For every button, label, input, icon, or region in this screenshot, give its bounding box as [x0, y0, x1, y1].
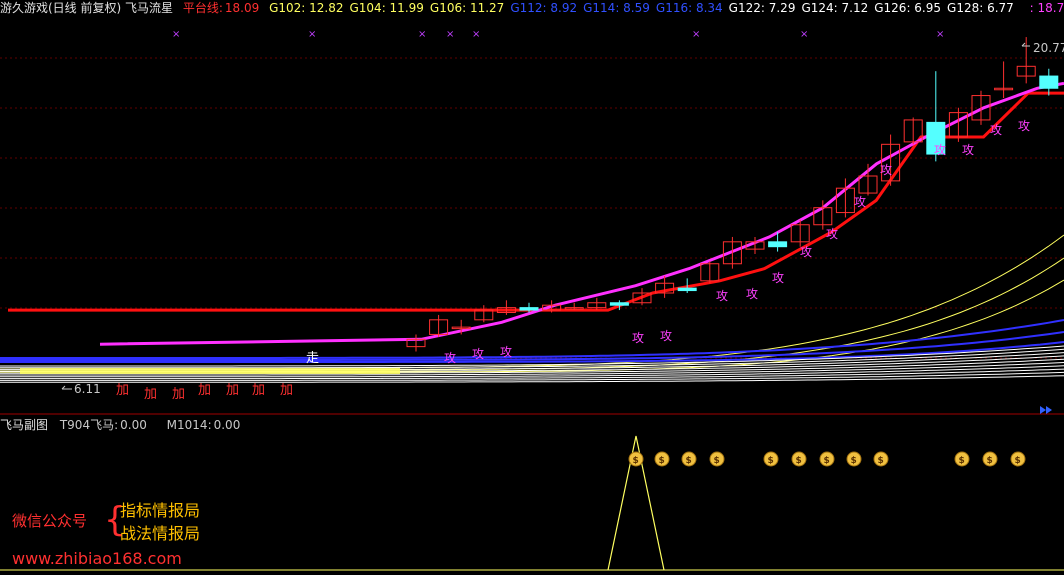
cross-marker: ×: [308, 29, 316, 40]
sub-title: 飞马副图: [0, 418, 49, 432]
attack-marker: 攻: [962, 143, 974, 157]
money-bag-label: $: [714, 456, 720, 466]
platform-line: [8, 91, 1064, 312]
blue-ma-line: [0, 319, 1064, 359]
cross-marker: ×: [446, 29, 454, 40]
t904-label: T904飞马:: [59, 418, 119, 432]
chart-canvas[interactable]: 攻攻攻攻 攻攻 攻攻攻攻攻攻攻 攻攻 攻加加加加加加加 × × × × × × × × $ $ $ $ $ $ $…: [0, 0, 1064, 575]
cross-marker: ×: [418, 29, 426, 40]
money-bag-label: $: [768, 456, 774, 466]
attack-marker: 攻: [1018, 119, 1030, 133]
cross-marker: ×: [172, 29, 180, 40]
attack-marker: 攻: [444, 351, 456, 365]
trend-line: [99, 81, 1064, 346]
candle-down: [677, 287, 697, 292]
attack-marker: 攻: [500, 345, 512, 359]
attack-marker: 攻: [880, 163, 892, 177]
indicator-g122: G122: 7.29: [728, 1, 796, 15]
attack-marker: 攻: [472, 347, 484, 361]
platform-label: 平台线: 18.09: [183, 1, 269, 15]
attack-marker: 攻: [990, 123, 1002, 137]
indicator-g114: G114: 8.59: [583, 1, 650, 15]
platform-label-text: 平台线:: [182, 1, 223, 15]
add-marker: 加: [280, 383, 293, 398]
attack-marker: 攻: [746, 287, 758, 301]
add-marker: 加: [252, 383, 265, 398]
m1014-label: M1014:: [166, 418, 212, 432]
money-bag-label: $: [987, 456, 993, 466]
indicator-g124: G124: 7.12: [801, 1, 869, 15]
attack-marker: 攻: [772, 271, 784, 285]
indicator-g112: G112: 8.92: [510, 1, 578, 15]
cross-marker: ×: [800, 29, 808, 40]
extra-value: : 18.71: [1029, 1, 1064, 15]
indicator-g104: G104: 11.99: [349, 1, 424, 15]
indicator-g102: G102: 12.82: [269, 1, 344, 15]
add-marker: 加: [172, 387, 185, 402]
candle-down: [1039, 75, 1059, 89]
m1014-indicator: M1014: 0.00: [167, 418, 249, 432]
yellow-band: [20, 368, 400, 374]
money-bag-label: $: [851, 456, 857, 466]
money-bag-label: $: [878, 456, 884, 466]
add-marker: 加: [226, 383, 239, 398]
indicator-g116: G116: 8.34: [655, 1, 723, 15]
watermark-wechat: 微信公众号: [12, 512, 88, 530]
cross-marker: ×: [692, 29, 700, 40]
indicator-g126: G126: 6.95: [874, 1, 942, 15]
indicator-g128: G128: 6.77: [947, 1, 1014, 15]
attack-marker: 攻: [800, 245, 812, 259]
attack-marker: 攻: [854, 195, 866, 209]
candle-down: [519, 307, 539, 311]
add-marker: 加: [198, 383, 211, 398]
candlesticks: [406, 37, 1059, 352]
money-bag-label: $: [824, 456, 830, 466]
t904-value: 0.00: [120, 418, 147, 432]
high-price-label: 20.77: [1033, 41, 1064, 55]
add-marker: 加: [144, 387, 157, 402]
candle-down: [609, 302, 629, 306]
watermark-line1: 指标情报局: [120, 501, 201, 520]
sub-header: 飞马副图 T904飞马: 0.00 M1014: 0.00: [0, 417, 256, 433]
money-bag-label: $: [959, 456, 965, 466]
walk-label: 走: [306, 351, 319, 366]
money-bag-label: $: [796, 456, 802, 466]
low-arrow-icon: [61, 385, 72, 390]
attack-marker: 攻: [934, 143, 946, 157]
top-cross-markers: × × × × × × × ×: [172, 29, 944, 40]
money-bag-label: $: [1015, 456, 1021, 466]
t904-indicator: T904飞马: 0.00: [60, 418, 155, 432]
money-bag-label: $: [659, 456, 665, 466]
m1014-value: 0.00: [213, 418, 241, 432]
candle-down: [768, 241, 788, 248]
attack-marker: 攻: [660, 329, 672, 343]
watermark-line2: 战法情报局: [120, 524, 201, 543]
money-bag-label: $: [686, 456, 692, 466]
attack-marker: 攻: [632, 331, 644, 345]
money-bag-label: $: [633, 456, 639, 466]
attack-marker: 攻: [716, 289, 728, 303]
indicator-g106: G106: 11.27: [429, 1, 505, 15]
indicator-list: G102: 12.82 G104: 11.99 G106: 11.27 G112: 8…: [269, 1, 1020, 15]
scroll-right-icon[interactable]: [1040, 406, 1052, 414]
main-header: 游久游戏(日线 前复权) 飞马流星 平台线: 18.09 G102: 12.82 G…: [0, 0, 1064, 16]
chart-title: 游久游戏(日线 前复权) 飞马流星: [0, 1, 173, 15]
low-price-label: 6.11: [74, 382, 101, 396]
attack-marker: 攻: [826, 227, 838, 241]
platform-value: 18.09: [224, 1, 260, 15]
cross-marker: ×: [936, 29, 944, 40]
watermark-url[interactable]: www.zhibiao168.com: [12, 548, 182, 570]
cross-marker: ×: [472, 29, 480, 40]
add-marker: 加: [116, 383, 129, 398]
